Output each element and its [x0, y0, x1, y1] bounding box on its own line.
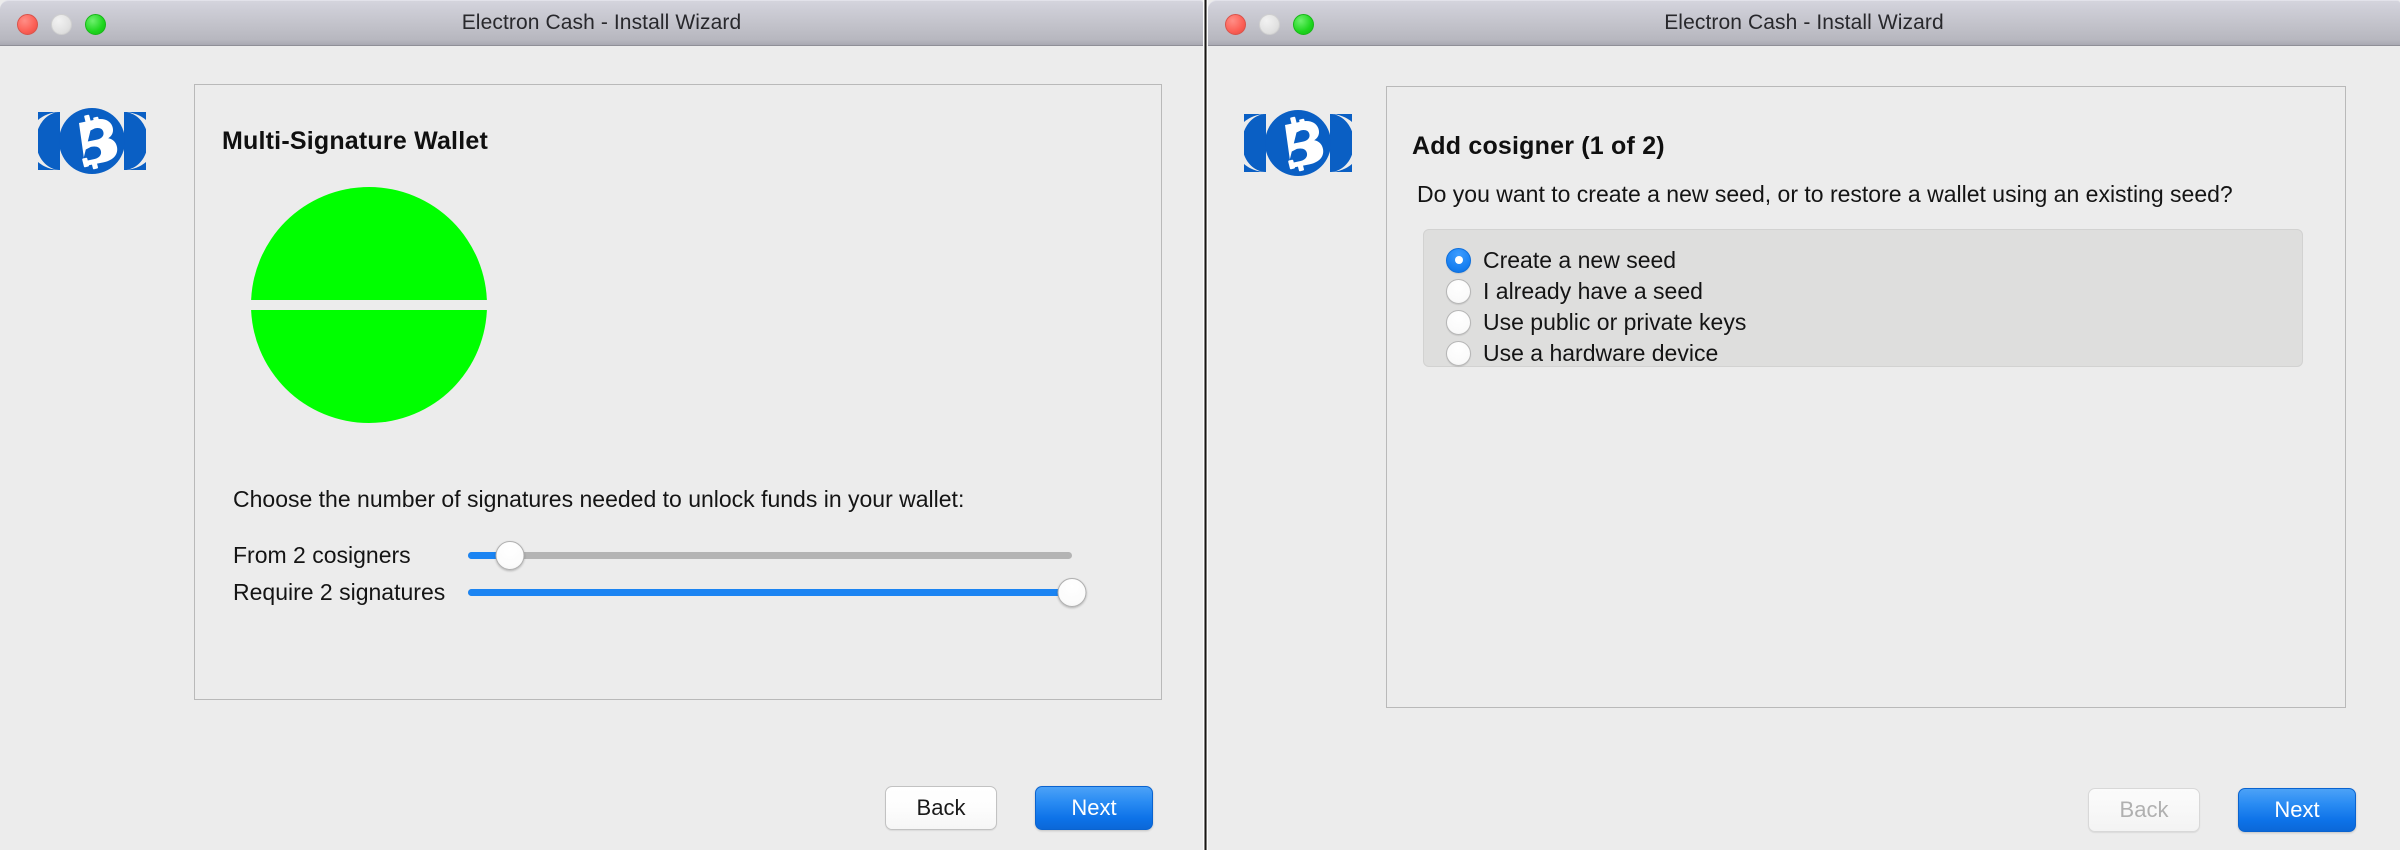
cosigners-slider-label: From 2 cosigners — [233, 542, 468, 569]
window-body-right: Add cosigner (1 of 2) Do you want to cre… — [1208, 46, 2400, 850]
zoom-button[interactable] — [1293, 14, 1314, 35]
cosigners-slider[interactable] — [468, 543, 1072, 567]
titlebar-right[interactable]: Electron Cash - Install Wizard — [1208, 0, 2400, 46]
titlebar-left[interactable]: Electron Cash - Install Wizard — [0, 0, 1203, 46]
seed-question-text: Do you want to create a new seed, or to … — [1417, 179, 2317, 210]
zoom-button[interactable] — [85, 14, 106, 35]
electron-cash-bitcoin-logo-icon — [1244, 100, 1352, 186]
radio-option-label: Create a new seed — [1483, 247, 1676, 274]
radio-option-create-new-seed[interactable]: Create a new seed — [1446, 246, 1676, 274]
window-title: Electron Cash - Install Wizard — [462, 11, 742, 35]
window-title: Electron Cash - Install Wizard — [1664, 11, 1944, 35]
install-wizard-window-left: Electron Cash - Install Wizard — [0, 0, 1203, 850]
electron-cash-bitcoin-logo-icon — [38, 98, 146, 184]
radio-option-already-have-seed[interactable]: I already have a seed — [1446, 277, 1703, 305]
traffic-lights-right — [1225, 1, 1314, 47]
radio-button-icon — [1446, 310, 1471, 335]
multisig-pie-chart-icon — [251, 187, 487, 423]
radio-option-label: Use a hardware device — [1483, 340, 1718, 367]
minimize-button[interactable] — [1259, 14, 1280, 35]
signatures-slider[interactable] — [468, 580, 1072, 604]
page-title: Add cosigner (1 of 2) — [1412, 132, 1665, 161]
minimize-button[interactable] — [51, 14, 72, 35]
signature-prompt-text: Choose the number of signatures needed t… — [233, 485, 1133, 515]
slider-track — [468, 552, 1072, 559]
wizard-content-panel-right: Add cosigner (1 of 2) Do you want to cre… — [1386, 86, 2346, 708]
cosigners-slider-row: From 2 cosigners — [233, 540, 1072, 570]
signatures-slider-row: Require 2 signatures — [233, 577, 1072, 607]
radio-option-hardware-device[interactable]: Use a hardware device — [1446, 339, 1718, 367]
next-button[interactable]: Next — [1035, 786, 1153, 830]
wizard-content-panel-left: Multi-Signature Wallet Choose the number… — [194, 84, 1162, 700]
back-button[interactable]: Back — [885, 786, 997, 830]
next-button[interactable]: Next — [2238, 788, 2356, 832]
radio-button-icon — [1446, 341, 1471, 366]
radio-option-public-private-keys[interactable]: Use public or private keys — [1446, 308, 1746, 336]
slider-fill — [468, 589, 1072, 596]
radio-option-label: I already have a seed — [1483, 278, 1703, 305]
radio-button-icon — [1446, 279, 1471, 304]
traffic-lights-left — [17, 1, 106, 47]
seed-option-group: Create a new seed I already have a seed … — [1423, 229, 2303, 367]
install-wizard-window-right: Electron Cash - Install Wizard — [1208, 0, 2400, 850]
dual-window-screenshot: Electron Cash - Install Wizard — [0, 0, 2400, 850]
slider-thumb[interactable] — [496, 541, 525, 570]
signatures-slider-label: Require 2 signatures — [233, 579, 468, 606]
slider-thumb[interactable] — [1058, 578, 1087, 607]
close-button[interactable] — [17, 14, 38, 35]
back-button: Back — [2088, 788, 2200, 832]
radio-option-label: Use public or private keys — [1483, 309, 1746, 336]
radio-button-icon — [1446, 248, 1471, 273]
window-body-left: Multi-Signature Wallet Choose the number… — [0, 46, 1203, 850]
close-button[interactable] — [1225, 14, 1246, 35]
page-title: Multi-Signature Wallet — [222, 127, 488, 156]
